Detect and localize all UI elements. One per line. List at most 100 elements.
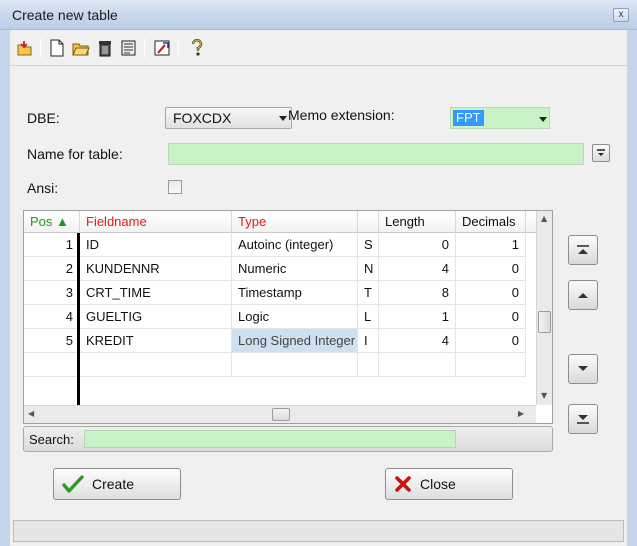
- toolbar-separator: [40, 38, 41, 58]
- scroll-left-icon[interactable]: ◀: [28, 409, 34, 418]
- column-header-length[interactable]: Length: [379, 211, 456, 233]
- move-up-button[interactable]: [568, 280, 598, 310]
- cell-pos[interactable]: 2: [24, 257, 80, 281]
- move-to-bottom-button[interactable]: [568, 404, 598, 434]
- scroll-up-icon[interactable]: ▲: [541, 214, 547, 223]
- window-border-left: [0, 30, 10, 546]
- table-name-dropdown-button[interactable]: [592, 144, 610, 162]
- vertical-scrollbar[interactable]: ▲ ▼: [536, 211, 552, 405]
- empty-row-cell: [232, 353, 358, 377]
- dbe-value: FOXCDX: [173, 110, 232, 126]
- cell-type-selected[interactable]: Long Signed Integer: [232, 329, 358, 353]
- vertical-scroll-thumb[interactable]: [538, 311, 551, 333]
- memo-extension-value: FPT: [453, 110, 484, 126]
- search-bar: Search:: [23, 426, 553, 452]
- red-x-icon: [395, 476, 411, 492]
- bar-chevron-down-icon: [597, 149, 605, 156]
- cell-decimals[interactable]: 0: [456, 281, 526, 305]
- move-to-top-button[interactable]: [568, 235, 598, 265]
- table-name-label: Name for table:: [27, 146, 123, 162]
- edit-structure-icon[interactable]: [152, 37, 174, 59]
- cell-decimals[interactable]: 0: [456, 305, 526, 329]
- table-name-input[interactable]: [168, 143, 584, 165]
- window-title: Create new table: [12, 7, 118, 23]
- cell-length[interactable]: 8: [379, 281, 456, 305]
- fields-grid: Pos ▲ Fieldname Type Length Decimals 1 I…: [23, 210, 553, 424]
- toolbar: [10, 30, 627, 66]
- help-icon[interactable]: [186, 37, 208, 59]
- empty-row-cell: [358, 353, 379, 377]
- properties-icon[interactable]: [118, 37, 140, 59]
- move-top-icon: [577, 245, 589, 254]
- horizontal-scroll-thumb[interactable]: [272, 408, 290, 421]
- empty-row-cell: [456, 353, 526, 377]
- column-header-type[interactable]: Type: [232, 211, 358, 233]
- status-bar: [13, 520, 624, 542]
- toolbar-separator: [178, 38, 179, 58]
- move-down-button[interactable]: [568, 354, 598, 384]
- delete-icon[interactable]: [94, 37, 116, 59]
- checkmark-icon: [62, 475, 84, 493]
- cell-length[interactable]: 4: [379, 329, 456, 353]
- move-bottom-icon: [577, 415, 589, 424]
- cell-code[interactable]: S: [358, 233, 379, 257]
- ansi-checkbox[interactable]: [168, 180, 182, 194]
- cell-fieldname[interactable]: KUNDENNR: [80, 257, 232, 281]
- cell-length[interactable]: 4: [379, 257, 456, 281]
- memo-extension-label: Memo extension:: [288, 107, 395, 123]
- horizontal-scrollbar[interactable]: ◀ ▶: [24, 405, 536, 423]
- cell-decimals[interactable]: 0: [456, 329, 526, 353]
- empty-row-cell: [80, 353, 232, 377]
- search-label: Search:: [29, 432, 74, 447]
- empty-row-cell: [24, 353, 80, 377]
- move-down-icon: [578, 366, 588, 371]
- column-header-pos[interactable]: Pos ▲: [24, 211, 80, 233]
- cell-pos[interactable]: 5: [24, 329, 80, 353]
- search-input[interactable]: [84, 430, 456, 448]
- close-button-label: Close: [420, 476, 456, 492]
- scroll-right-icon[interactable]: ▶: [518, 409, 524, 418]
- ansi-label: Ansi:: [27, 180, 59, 196]
- cell-pos[interactable]: 3: [24, 281, 80, 305]
- dbe-select[interactable]: FOXCDX: [165, 107, 292, 129]
- cell-code[interactable]: L: [358, 305, 379, 329]
- cell-pos[interactable]: 1: [24, 233, 80, 257]
- close-button[interactable]: Close: [385, 468, 513, 500]
- toolbar-separator: [144, 38, 145, 58]
- cell-length[interactable]: 0: [379, 233, 456, 257]
- chevron-down-icon[interactable]: [539, 117, 547, 122]
- cell-pos[interactable]: 4: [24, 305, 80, 329]
- row-indicator-line: [77, 233, 80, 405]
- cell-code[interactable]: T: [358, 281, 379, 305]
- cell-fieldname[interactable]: ID: [80, 233, 232, 257]
- cell-decimals[interactable]: 1: [456, 233, 526, 257]
- cell-decimals[interactable]: 0: [456, 257, 526, 281]
- window-border-right: [627, 30, 637, 546]
- column-header-decimals[interactable]: Decimals: [456, 211, 526, 233]
- window-close-button[interactable]: x: [613, 8, 629, 22]
- cell-type[interactable]: Timestamp: [232, 281, 358, 305]
- cell-type[interactable]: Numeric: [232, 257, 358, 281]
- open-table-icon[interactable]: [14, 37, 36, 59]
- cell-length[interactable]: 1: [379, 305, 456, 329]
- grid-header: Pos ▲ Fieldname Type Length Decimals: [24, 211, 536, 233]
- cell-fieldname[interactable]: CRT_TIME: [80, 281, 232, 305]
- column-header-fieldname[interactable]: Fieldname: [80, 211, 232, 233]
- dbe-label: DBE:: [27, 110, 60, 126]
- cell-code[interactable]: I: [358, 329, 379, 353]
- title-bar: Create new table x: [0, 0, 637, 30]
- cell-type[interactable]: Autoinc (integer): [232, 233, 358, 257]
- cell-fieldname[interactable]: GUELTIG: [80, 305, 232, 329]
- cell-type[interactable]: Logic: [232, 305, 358, 329]
- column-header-code[interactable]: [358, 211, 379, 233]
- open-folder-icon[interactable]: [70, 37, 92, 59]
- create-button[interactable]: Create: [53, 468, 181, 500]
- create-button-label: Create: [92, 476, 135, 492]
- memo-extension-select[interactable]: FPT: [450, 107, 550, 129]
- cell-code[interactable]: N: [358, 257, 379, 281]
- empty-row-cell: [379, 353, 456, 377]
- chevron-down-icon: [279, 116, 287, 121]
- cell-fieldname[interactable]: KREDIT: [80, 329, 232, 353]
- scroll-down-icon[interactable]: ▼: [541, 391, 547, 400]
- new-document-icon[interactable]: [46, 37, 68, 59]
